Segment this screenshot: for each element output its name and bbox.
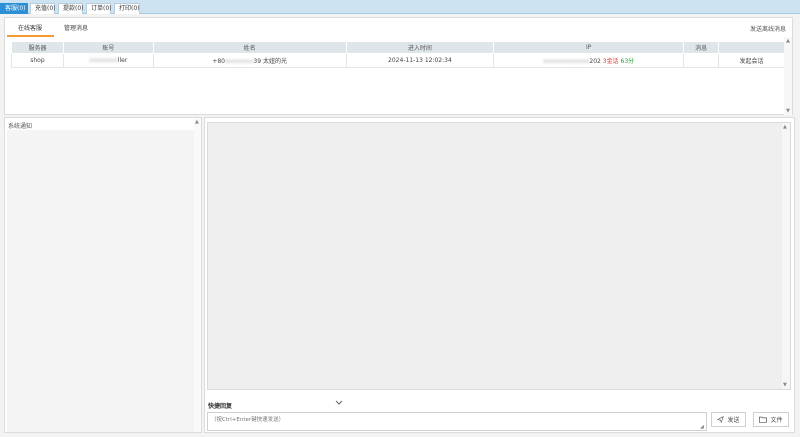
message-input[interactable]: [207, 412, 707, 431]
sub-tab-bar: 在线客服 管理消息 发送离线消息: [5, 18, 792, 37]
chat-scrollbar[interactable]: ▲ ▼: [782, 123, 790, 389]
name-suffix: 39 太妞的光: [253, 58, 287, 65]
masked-account: xxxxxxxx: [89, 57, 118, 64]
chat-panel: ▲ ▼ 快捷回复 ◢ 发送 文件: [204, 117, 795, 433]
tab-orders[interactable]: 订单(0): [86, 3, 112, 14]
tab-print[interactable]: 打印(0): [114, 3, 140, 14]
quick-reply-label: 快捷回复: [208, 403, 233, 410]
chat-message-area: ▲ ▼: [207, 122, 791, 390]
column-header: 服务器: [11, 41, 64, 54]
tab-withdraw[interactable]: 提款(0): [58, 3, 84, 14]
cell-ip: xxxxxxxxxxxxx202 3金话 63分: [493, 53, 685, 68]
tab-manage-messages[interactable]: 管理消息: [64, 23, 88, 32]
resize-grip-icon[interactable]: ◢: [700, 424, 704, 430]
masked-name: xxxxxxxx: [225, 58, 254, 65]
top-tab-bar: 客服(0) 充值(0) 提款(0) 订单(0) 打印(0): [0, 0, 800, 14]
scroll-up-icon[interactable]: ▲: [783, 124, 787, 130]
cell-message: [683, 53, 720, 68]
ip-tag-red: 3金话: [602, 58, 619, 65]
folder-icon: [759, 416, 768, 423]
start-session-link[interactable]: 发起会话: [718, 53, 785, 68]
file-button[interactable]: 文件: [753, 412, 789, 427]
cell-server: shop: [11, 53, 64, 68]
account-suffix: ller: [117, 57, 128, 64]
tab-online-service[interactable]: 在线客服: [18, 23, 42, 32]
column-header: 消息: [683, 41, 720, 54]
send-button[interactable]: 发送: [711, 412, 746, 427]
scroll-down-icon[interactable]: ▼: [783, 382, 787, 388]
cell-entry-time: 2024-11-13 12:02:34: [345, 53, 495, 68]
system-notice-body: [7, 130, 195, 432]
masked-ip: xxxxxxxxxxxxx: [543, 58, 590, 65]
upper-scrollbar[interactable]: ▲ ▼: [784, 37, 792, 115]
send-label: 发送: [727, 417, 740, 424]
name-prefix: +80: [212, 58, 225, 65]
sessions-table: 服务器 账号 姓名 进入时间 IP 消息 shop xxxxxxxxller +…: [11, 41, 785, 68]
column-header: 账号: [62, 41, 154, 54]
table-header-row: 服务器 账号 姓名 进入时间 IP 消息: [11, 41, 785, 54]
paper-plane-icon: [717, 416, 725, 423]
file-label: 文件: [770, 417, 783, 424]
scroll-up-icon[interactable]: ▲: [195, 119, 199, 125]
column-header: 进入时间: [345, 41, 495, 54]
ip-tag-green: 63分: [620, 58, 635, 65]
ip-suffix: 202: [589, 58, 601, 65]
scroll-up-icon[interactable]: ▲: [785, 38, 791, 44]
cell-name: +80xxxxxxxx39 太妞的光: [152, 53, 347, 68]
tab-customer-service[interactable]: 客服(0): [0, 3, 28, 14]
left-scrollbar[interactable]: ▲: [194, 118, 201, 432]
chevron-down-icon[interactable]: [335, 399, 343, 408]
system-notice-title: 系统通知: [8, 123, 33, 130]
column-header: [718, 41, 785, 54]
table-row[interactable]: shop xxxxxxxxller +80xxxxxxxx39 太妞的光 202…: [11, 53, 785, 68]
column-header: IP: [493, 41, 685, 54]
tab-recharge[interactable]: 充值(0): [30, 3, 56, 14]
online-sessions-panel: 在线客服 管理消息 发送离线消息 服务器 账号 姓名 进入时间 IP 消息 sh…: [4, 17, 793, 115]
cell-account: xxxxxxxxller: [62, 53, 154, 68]
column-header: 姓名: [152, 41, 347, 54]
scroll-down-icon[interactable]: ▼: [785, 108, 791, 114]
active-tab-indicator: [7, 35, 54, 37]
send-offline-message-link[interactable]: 发送离线消息: [750, 24, 786, 33]
system-notice-panel: 系统通知 ▲: [4, 117, 202, 433]
